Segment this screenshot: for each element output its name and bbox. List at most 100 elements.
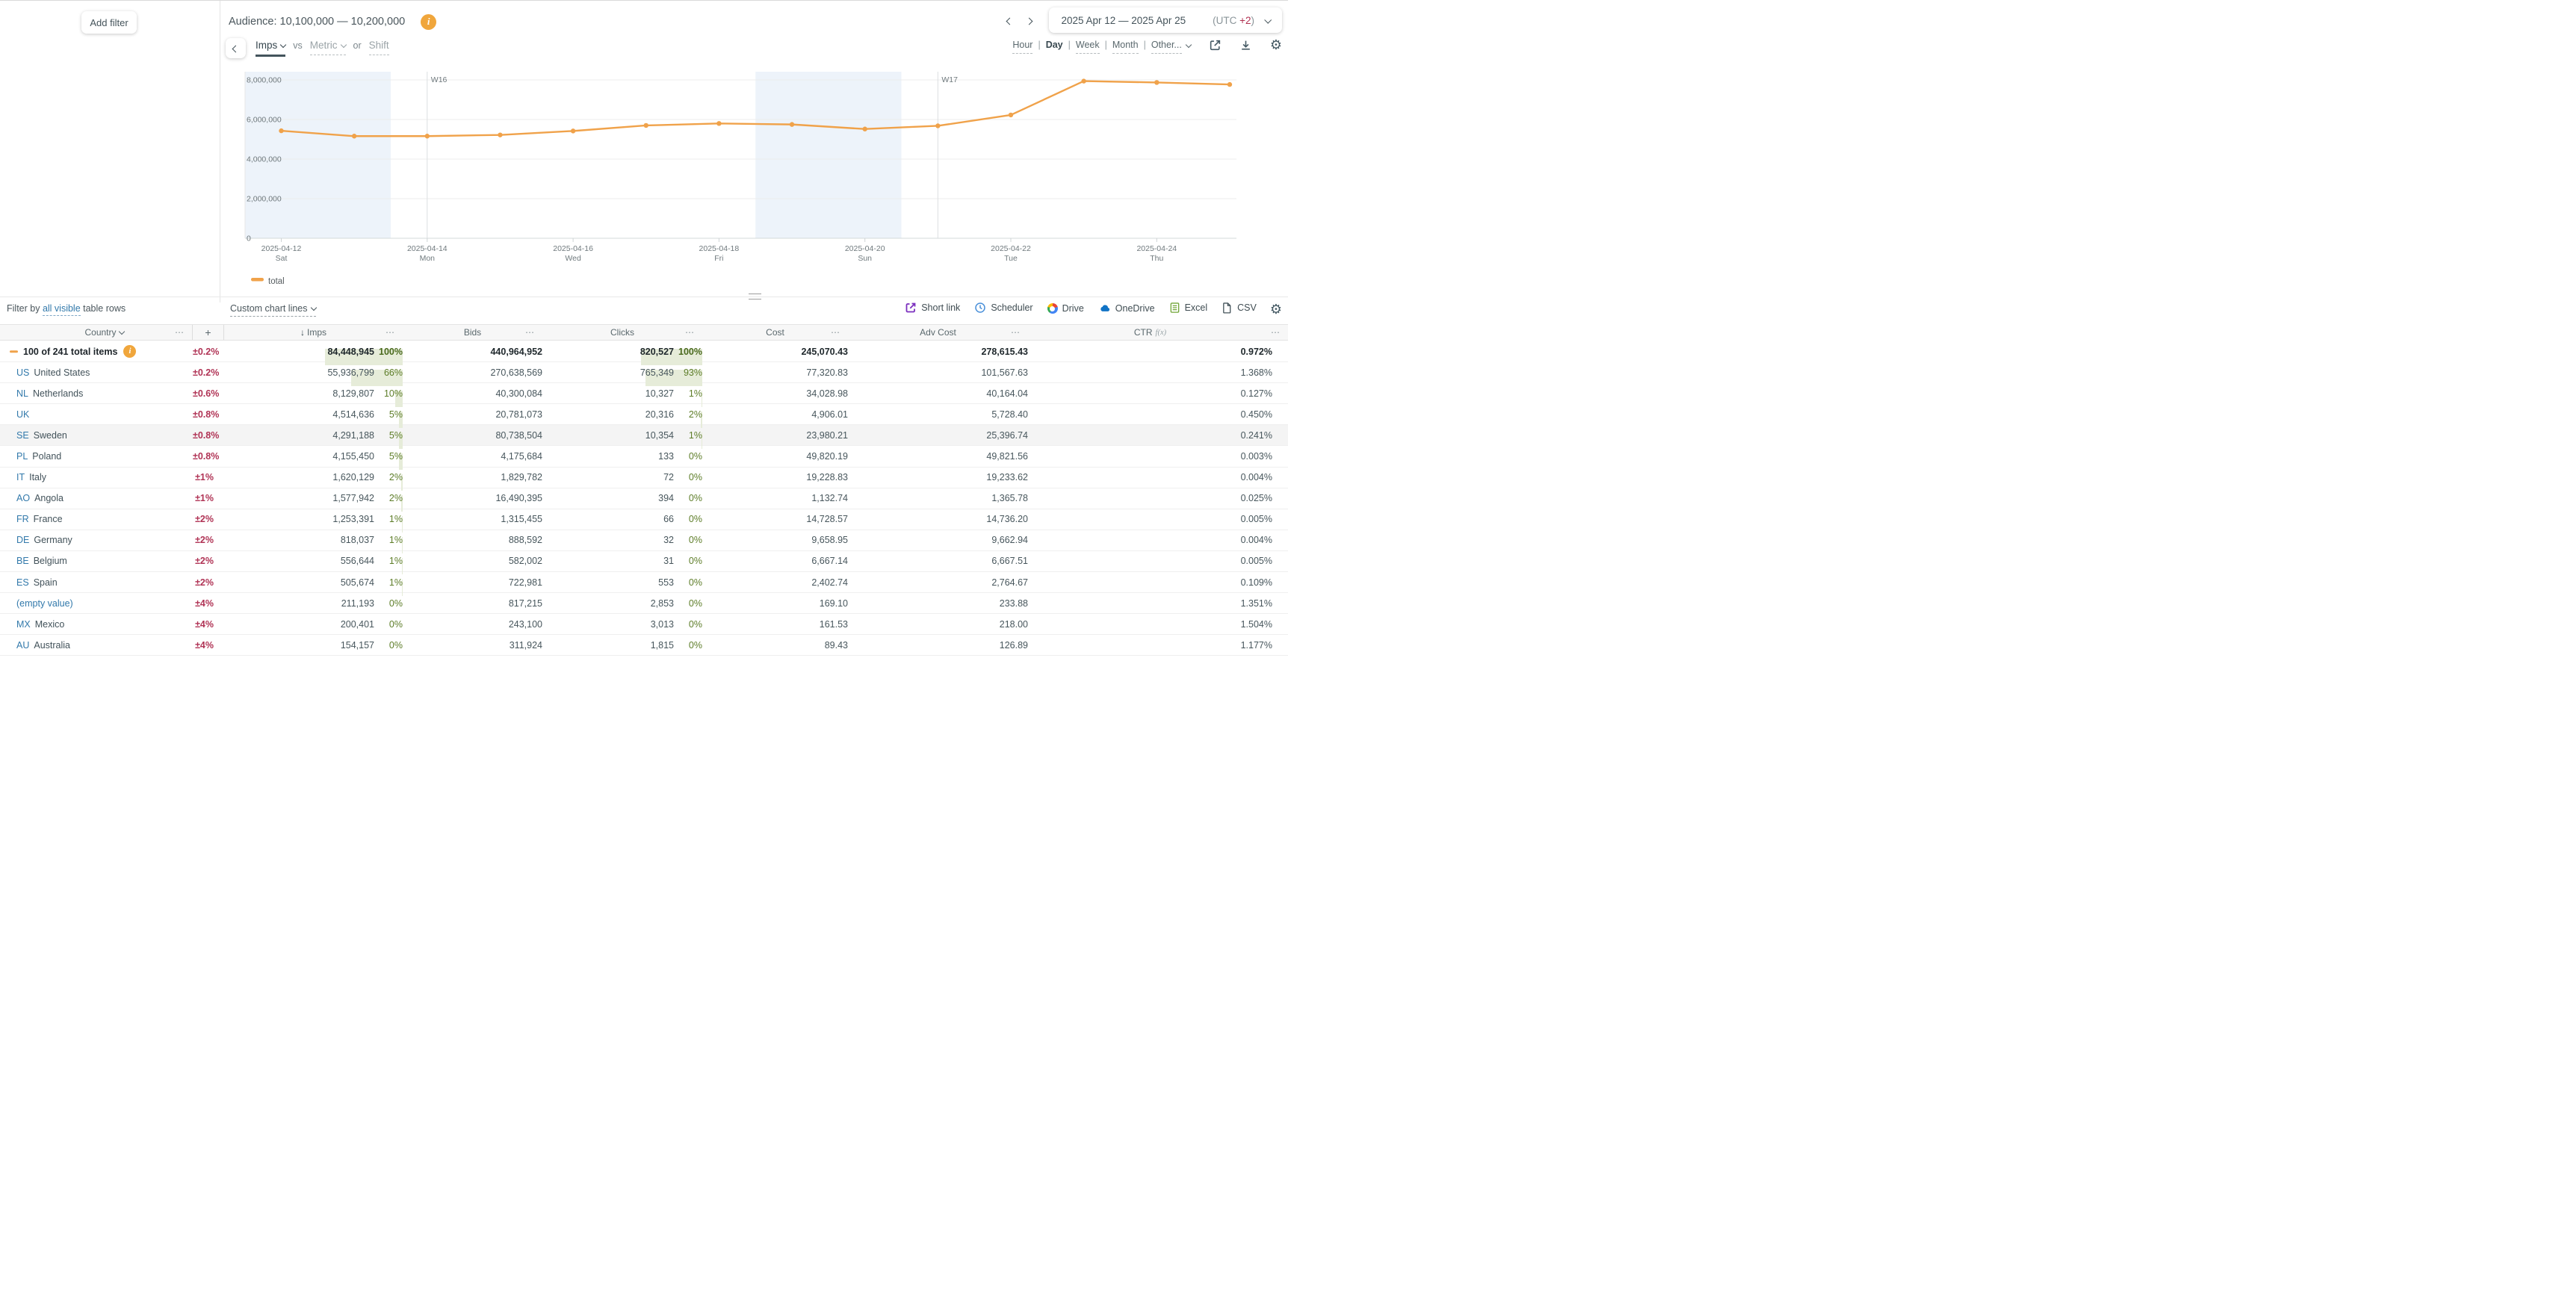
granularity-hour[interactable]: Hour [1012,40,1033,54]
country-code-link[interactable]: NL [16,388,28,399]
total-info-icon[interactable]: i [123,345,137,358]
gear-icon: ⚙ [1269,301,1282,317]
excel-button[interactable]: Excel [1169,302,1207,314]
open-external-button[interactable] [1209,39,1222,52]
onedrive-button[interactable]: OneDrive [1098,302,1155,314]
short-link-button[interactable]: Short link [905,302,960,314]
column-menu-icon[interactable]: ⋯ [386,327,395,338]
granularity-month[interactable]: Month [1112,40,1139,54]
table-row[interactable]: AO Angola ±1% 1,577,942 2% 16,490,395 394 0% 1,1… [0,488,1288,512]
resize-handle[interactable] [749,294,761,299]
table-row[interactable]: PL Poland ±0.8% 4,155,450 5% 4,175,684 133 0% 49… [0,446,1288,471]
column-header-adv-cost[interactable]: Adv Cost ⋯ [848,325,1028,340]
chart-back-button[interactable] [226,38,246,58]
country-code-link[interactable]: AO [16,493,30,503]
data-point[interactable] [643,122,648,128]
data-point[interactable] [1081,78,1086,84]
data-point[interactable] [498,132,503,137]
data-point[interactable] [424,134,430,139]
date-next-button[interactable] [1019,10,1038,30]
audience-info-icon[interactable]: i [421,13,437,30]
chart-settings-button[interactable]: ⚙ [1270,38,1282,52]
table-row[interactable]: FR France ±2% 1,253,391 1% 1,315,455 66 0% 14,72… [0,509,1288,533]
download-button[interactable] [1239,39,1252,52]
table-settings-button[interactable]: ⚙ [1270,302,1282,316]
all-visible-link[interactable]: all visible [42,303,81,316]
adv-cost-cell: 1,365.78 [991,493,1028,504]
data-point[interactable] [1227,81,1233,87]
country-code-link[interactable]: FR [16,514,29,524]
granularity-other[interactable]: Other... [1151,40,1182,54]
column-header-imps[interactable]: ↓ Imps ⋯ [224,325,403,340]
table-row[interactable]: MX Mexico ±4% 200,401 0% 243,100 3,013 0% 161.53… [0,614,1288,636]
data-point[interactable] [570,128,576,134]
granularity-week[interactable]: Week [1075,40,1100,54]
country-code-link[interactable]: PL [16,451,28,462]
table-row[interactable]: DE Germany ±2% 818,037 1% 888,592 32 0% 9,658.95… [0,530,1288,554]
table-row-total[interactable]: 100 of 241 total items i ±0.2% 84,448,945 10… [0,341,1288,365]
table-row[interactable]: AU Australia ±4% 154,157 0% 311,924 1,815 0% 89.… [0,635,1288,656]
secondary-metric-select[interactable]: Metric [309,40,347,55]
data-point[interactable] [716,121,722,126]
custom-chart-lines-select[interactable]: Custom chart lines [230,303,317,317]
country-code-link[interactable]: UK [16,409,29,420]
column-header-clicks[interactable]: Clicks ⋯ [542,325,702,340]
table-row[interactable]: (empty value) ±4% 211,193 0% 817,215 2,853 0% 1… [0,593,1288,615]
table-row[interactable]: ES Spain ±2% 505,674 1% 722,981 553 0% 2,402.74 2… [0,572,1288,596]
country-code-link[interactable]: SE [16,430,29,441]
granularity-options: Hour | Day | Week | Month | Other... [1012,40,1182,54]
cost-cell: 89.43 [824,639,848,651]
data-point[interactable] [279,128,284,134]
table-row[interactable]: US United States ±0.2% 55,936,799 66% 270,638… [0,362,1288,386]
data-point[interactable] [789,122,795,127]
column-menu-icon[interactable]: ⋯ [1271,327,1281,338]
data-point[interactable] [351,134,357,139]
data-point[interactable] [1008,112,1014,118]
table-row[interactable]: BE Belgium ±2% 556,644 1% 582,002 31 0% 6,667.14… [0,551,1288,575]
column-header-bids[interactable]: Bids ⋯ [403,325,542,340]
country-cell: PL Poland [0,451,193,462]
data-point[interactable] [935,123,941,128]
granularity-day[interactable]: Day [1046,40,1063,53]
country-name[interactable]: (empty value) [16,598,73,609]
column-menu-icon[interactable]: ⋯ [831,327,840,338]
audience-summary: Audience: 10,100,000 — 10,200,000 i [229,13,437,31]
imps-cell: 1,577,942 2% [224,493,403,512]
date-range-button[interactable]: 2025 Apr 12 — 2025 Apr 25 (UTC +2) [1049,7,1282,33]
legend-label[interactable]: total [268,277,285,286]
clicks-value: 3,013 [650,618,674,630]
csv-button[interactable]: CSV [1222,302,1257,314]
column-header-cost[interactable]: Cost ⋯ [702,325,848,340]
table-row[interactable]: IT Italy ±1% 1,620,129 2% 1,829,782 72 0% 19,228… [0,468,1288,491]
data-point[interactable] [1154,80,1159,85]
imps-pct: 1% [388,556,403,567]
country-code-link[interactable]: MX [16,619,31,630]
column-header-ctr[interactable]: CTR f(x) ⋯ [1028,325,1288,340]
column-menu-icon[interactable]: ⋯ [525,327,535,338]
column-menu-icon[interactable]: ⋯ [175,327,185,338]
table-row[interactable]: NL Netherlands ±0.6% 8,129,807 10% 40,300,084… [0,383,1288,407]
country-cell: ES Spain [0,577,193,588]
drive-button[interactable]: Drive [1047,303,1084,314]
table-row[interactable]: UK ±0.8% 4,514,636 5% 20,781,073 20,316 2% 4,90… [0,404,1288,428]
country-code-link[interactable]: ES [16,577,29,588]
table-row[interactable]: SE Sweden ±0.8% 4,291,188 5% 80,738,504 10,354… [0,425,1288,449]
date-prev-button[interactable] [1000,10,1019,30]
country-code-link[interactable]: DE [16,535,29,545]
add-filter-button[interactable]: Add filter [81,11,137,34]
primary-metric-select[interactable]: Imps [256,40,287,57]
data-point[interactable] [862,126,867,131]
country-code-link[interactable]: AU [16,640,29,651]
scheduler-button[interactable]: Scheduler [974,302,1033,314]
country-code-link[interactable]: IT [16,472,25,482]
column-header-country[interactable]: Country ⋯ [0,325,193,340]
imps-cell: 505,674 1% [224,577,403,596]
column-menu-icon[interactable]: ⋯ [685,327,695,338]
chevron-down-icon[interactable] [1185,41,1192,49]
add-column-header[interactable]: + [193,325,224,340]
column-menu-icon[interactable]: ⋯ [1011,327,1021,338]
shift-select[interactable]: Shift [368,40,389,55]
country-code-link[interactable]: BE [16,556,29,566]
imps-value: 211,193 [341,597,374,609]
country-code-link[interactable]: US [16,367,29,378]
